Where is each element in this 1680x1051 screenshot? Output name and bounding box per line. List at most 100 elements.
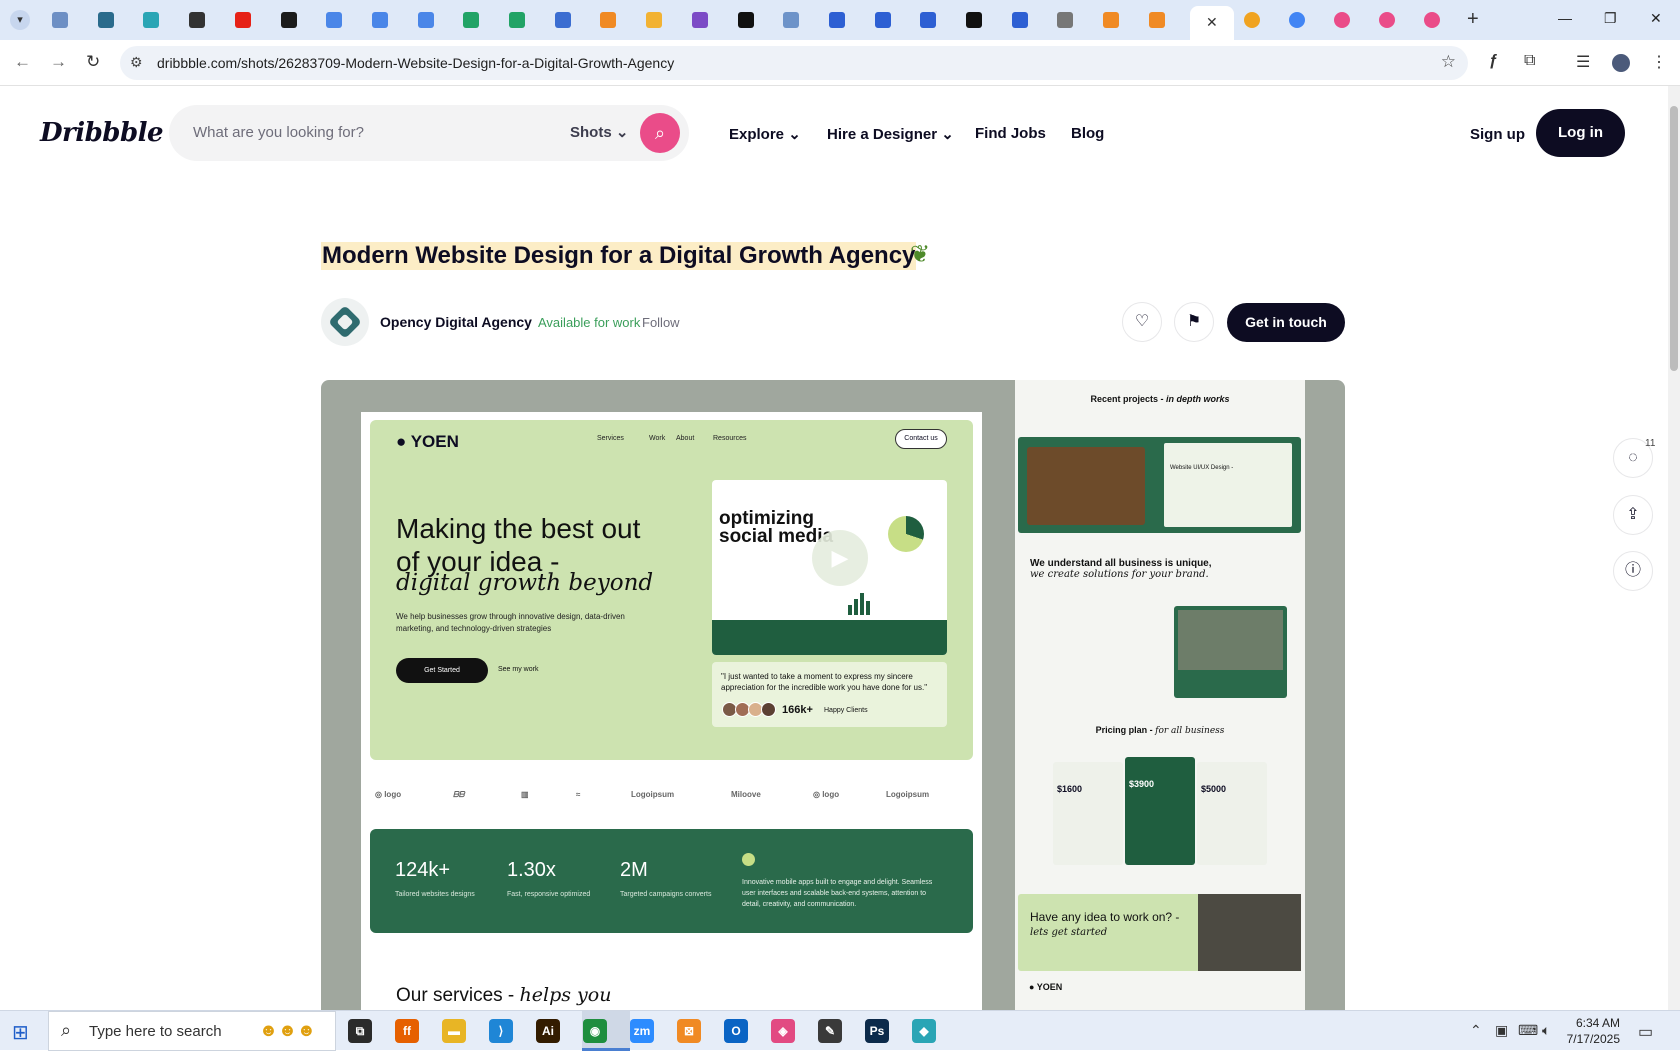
tray-app-icon[interactable]: ▣ bbox=[1495, 1022, 1508, 1039]
media-control-icon[interactable]: ☰ bbox=[1576, 52, 1590, 72]
taskbar-search[interactable]: ⌕ Type here to search ☻☻☻ bbox=[48, 1011, 336, 1051]
tab-icon-6[interactable] bbox=[280, 12, 297, 28]
tab-icon-dribbble[interactable] bbox=[1334, 12, 1350, 28]
url-text[interactable]: dribbble.com/shots/26283709-Modern-Websi… bbox=[157, 55, 674, 71]
volume-icon[interactable]: 🔈︎ bbox=[1542, 1022, 1550, 1039]
search-input[interactable]: What are you looking for? bbox=[193, 124, 364, 141]
profile-avatar-icon[interactable] bbox=[1612, 54, 1630, 72]
pen-tool-icon[interactable]: ✎ bbox=[818, 1019, 842, 1043]
taskbar-clock[interactable]: 6:34 AM 7/17/2025 bbox=[1560, 1015, 1620, 1047]
tab-icon-21[interactable] bbox=[966, 12, 982, 28]
minimize-button[interactable]: — bbox=[1558, 10, 1572, 26]
tab-icon-youtube[interactable] bbox=[234, 12, 251, 28]
tab-icon-docs[interactable] bbox=[417, 12, 434, 28]
brand-logo-icon: ▥ bbox=[521, 790, 529, 799]
search-scope-dropdown[interactable]: Shots ⌄ bbox=[570, 123, 628, 141]
tab-icon-15[interactable] bbox=[691, 12, 708, 28]
share-button[interactable]: ⇪ bbox=[1613, 495, 1653, 535]
search-bar[interactable]: What are you looking for? Shots ⌄ ⌕ bbox=[169, 105, 689, 161]
tab-icon-2[interactable] bbox=[97, 12, 114, 28]
extensions-puzzle-icon[interactable]: ⧉ bbox=[1524, 52, 1535, 70]
tab-icon-1[interactable] bbox=[52, 12, 68, 28]
taskbar-search-input[interactable]: Type here to search bbox=[89, 1023, 222, 1040]
active-tab[interactable]: ✕ bbox=[1190, 6, 1234, 40]
xampp-icon[interactable]: ⊠ bbox=[677, 1019, 701, 1043]
tab-icon-17[interactable] bbox=[783, 12, 800, 28]
app-icon[interactable]: ◆ bbox=[912, 1019, 936, 1043]
tab-icon-19[interactable] bbox=[874, 12, 891, 28]
nav-blog[interactable]: Blog bbox=[1071, 125, 1104, 142]
follow-link[interactable]: Follow bbox=[642, 315, 680, 330]
outlook-icon[interactable]: O bbox=[724, 1019, 748, 1043]
new-tab-button[interactable]: + bbox=[1467, 8, 1479, 31]
tab-icon-14[interactable] bbox=[646, 12, 663, 28]
info-button[interactable]: ⓘ bbox=[1613, 551, 1653, 591]
get-in-touch-button[interactable]: Get in touch bbox=[1227, 303, 1345, 342]
play-icon: ▶ bbox=[812, 530, 868, 586]
tab-icon-23[interactable] bbox=[1057, 12, 1074, 28]
tab-icon-docs[interactable] bbox=[326, 12, 343, 28]
tab-icon-24[interactable] bbox=[1103, 12, 1120, 28]
address-bar[interactable]: ⚙ dribbble.com/shots/26283709-Modern-Web… bbox=[120, 46, 1468, 80]
tab-icon-dribbble[interactable] bbox=[1424, 12, 1440, 28]
more-menu-icon[interactable]: ⋮ bbox=[1651, 52, 1667, 72]
reload-icon[interactable]: ↻ bbox=[86, 52, 100, 72]
shot-image[interactable]: ● YOEN Services Work About Resources Con… bbox=[321, 380, 1345, 1010]
availability-status: Available for work bbox=[538, 315, 641, 330]
tab-icon-18[interactable] bbox=[828, 12, 845, 28]
tab-icon-dribbble[interactable] bbox=[1379, 12, 1395, 28]
bookmark-star-icon[interactable]: ☆ bbox=[1441, 52, 1456, 72]
windows-start-icon[interactable]: ⊞ bbox=[12, 1020, 29, 1045]
tab-icon-3[interactable] bbox=[143, 12, 160, 28]
tab-search-button[interactable]: ▾ bbox=[10, 10, 30, 30]
save-button[interactable]: ⚑ bbox=[1174, 302, 1214, 342]
author-avatar[interactable] bbox=[321, 298, 369, 346]
project-card: Website UI/UX Design - bbox=[1164, 443, 1292, 527]
pricing-card: $3900 bbox=[1125, 757, 1195, 865]
sign-up-link[interactable]: Sign up bbox=[1470, 126, 1525, 143]
windows-taskbar: ⊞ ⌕ Type here to search ☻☻☻ ⧉ ff ▬ ⟩ Ai ◉ zm ⊠ O… bbox=[0, 1010, 1680, 1051]
dribbble-logo[interactable]: Dribbble bbox=[40, 118, 164, 148]
file-explorer-icon[interactable]: ▬ bbox=[442, 1019, 466, 1043]
nav-find-jobs[interactable]: Find Jobs bbox=[975, 125, 1046, 142]
zoom-icon[interactable]: zm bbox=[630, 1019, 654, 1043]
tab-icon-16[interactable] bbox=[737, 12, 754, 28]
tab-icon-docs[interactable] bbox=[371, 12, 388, 28]
close-tab-icon[interactable]: ✕ bbox=[1206, 14, 1218, 31]
forward-icon[interactable]: → bbox=[50, 52, 67, 72]
taskview-icon[interactable]: ⧉ bbox=[348, 1019, 372, 1043]
nav-hire-designer[interactable]: Hire a Designer ⌄ bbox=[827, 125, 954, 143]
tab-icon-20[interactable] bbox=[920, 12, 937, 28]
back-icon[interactable]: ← bbox=[14, 52, 31, 72]
avatar bbox=[761, 702, 776, 717]
scrollbar-thumb[interactable] bbox=[1670, 106, 1678, 371]
tab-icon-26[interactable] bbox=[1244, 12, 1260, 28]
vscode-icon[interactable]: ⟩ bbox=[489, 1019, 513, 1043]
restore-button[interactable]: ❐ bbox=[1604, 10, 1617, 27]
close-window-button[interactable]: ✕ bbox=[1650, 10, 1662, 27]
tab-icon-sheets[interactable] bbox=[509, 12, 525, 28]
tab-icon-4[interactable] bbox=[189, 12, 206, 28]
like-button[interactable]: ♡ bbox=[1122, 302, 1162, 342]
tab-icon-25[interactable] bbox=[1148, 12, 1165, 28]
photoshop-icon[interactable]: Ps bbox=[865, 1019, 889, 1043]
log-in-button[interactable]: Log in bbox=[1536, 109, 1625, 157]
notifications-icon[interactable]: ▭ bbox=[1638, 1022, 1653, 1042]
tab-icon-22[interactable] bbox=[1011, 12, 1028, 28]
network-icon[interactable]: ⌨ bbox=[1518, 1022, 1538, 1039]
creative-cloud-icon[interactable]: ◈ bbox=[771, 1019, 795, 1043]
author-name[interactable]: Opency Digital Agency bbox=[380, 314, 532, 330]
tab-icon-google[interactable] bbox=[1289, 12, 1305, 28]
nav-explore[interactable]: Explore ⌄ bbox=[729, 125, 801, 143]
search-button[interactable]: ⌕ bbox=[640, 113, 680, 153]
tab-icon-12[interactable] bbox=[554, 12, 571, 28]
tab-icon-13[interactable] bbox=[600, 12, 617, 28]
extension-icon[interactable]: ƒ bbox=[1489, 52, 1498, 70]
chrome-icon[interactable]: ◉ bbox=[583, 1019, 607, 1043]
tab-icon-sheets[interactable] bbox=[463, 12, 480, 28]
tray-overflow-icon[interactable]: ⌃ bbox=[1470, 1022, 1482, 1039]
firefox-icon[interactable]: ff bbox=[395, 1019, 419, 1043]
illustrator-icon[interactable]: Ai bbox=[536, 1019, 560, 1043]
site-info-icon[interactable]: ⚙ bbox=[130, 54, 143, 71]
page-scrollbar[interactable] bbox=[1668, 86, 1680, 1010]
